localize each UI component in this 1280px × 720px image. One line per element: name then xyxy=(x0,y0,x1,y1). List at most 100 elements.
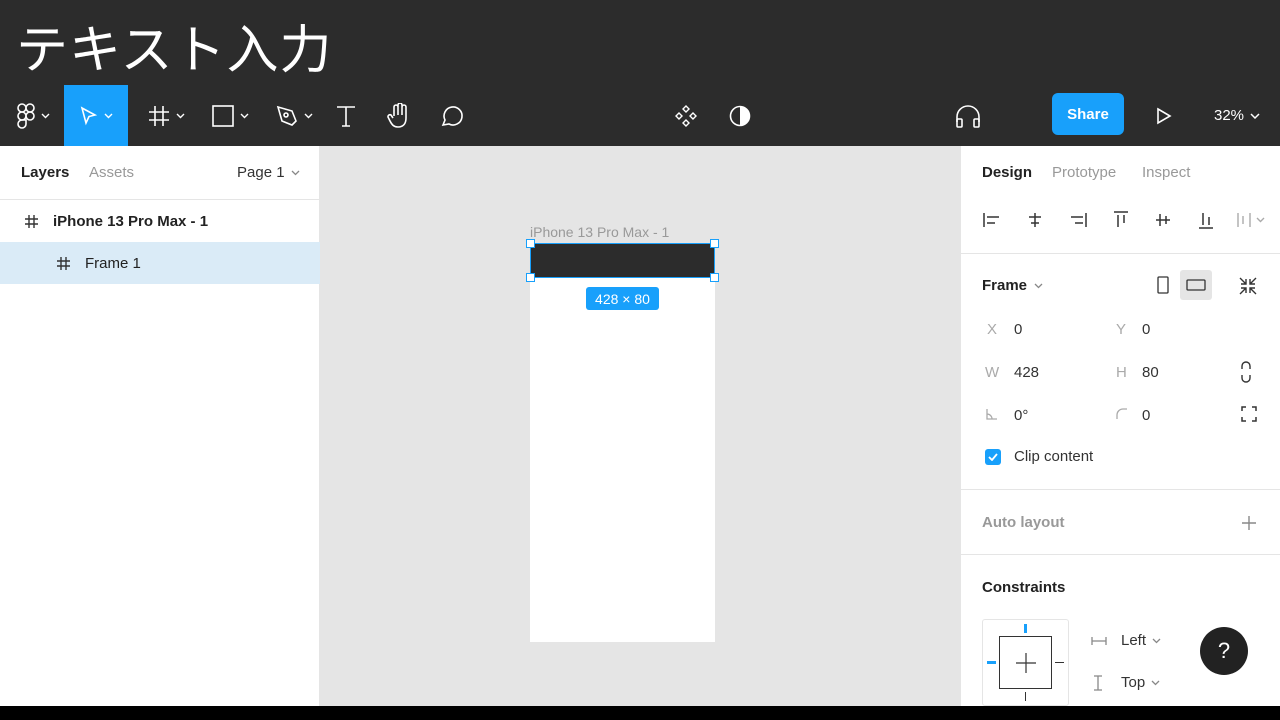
pen-icon xyxy=(276,105,297,126)
collapse-icon xyxy=(1239,277,1257,295)
layer-name: iPhone 13 Pro Max - 1 xyxy=(53,212,209,230)
comment-icon xyxy=(441,105,463,126)
page-dropdown[interactable]: Page 1 xyxy=(237,164,300,181)
constraints-title: Constraints xyxy=(982,579,1066,596)
clip-content-label: Clip content xyxy=(1014,448,1094,465)
resize-handle-top-left[interactable] xyxy=(526,239,535,248)
resize-handle-top-right[interactable] xyxy=(710,239,719,248)
divider xyxy=(961,554,1280,555)
layers-panel: Layers Assets Page 1 iPhone 13 Pro Max -… xyxy=(0,146,320,706)
chevron-down-icon xyxy=(1034,283,1043,288)
audio-button[interactable] xyxy=(952,85,984,146)
components-button[interactable] xyxy=(672,85,700,146)
rotation-icon xyxy=(986,407,998,425)
frame-icon xyxy=(56,256,71,271)
vertical-constraint-dropdown[interactable]: Top xyxy=(1093,674,1160,691)
y-label: Y xyxy=(1116,321,1127,338)
bottom-bar xyxy=(0,706,1280,720)
frame1-selection[interactable] xyxy=(530,243,715,278)
y-input[interactable]: 0 xyxy=(1142,321,1150,338)
zoom-dropdown[interactable]: 32% xyxy=(1214,85,1260,146)
horizontal-constraint-value: Left xyxy=(1121,632,1147,649)
hand-icon xyxy=(387,102,407,128)
align-top-button[interactable] xyxy=(1109,208,1133,232)
resize-handle-bottom-left[interactable] xyxy=(526,273,535,282)
frame-label[interactable]: iPhone 13 Pro Max - 1 xyxy=(530,224,669,240)
align-right-button[interactable] xyxy=(1066,208,1090,232)
layer-row[interactable]: Frame 1 xyxy=(0,242,320,284)
checkmark-icon xyxy=(988,453,998,461)
layers-panel-tabs: Layers Assets Page 1 xyxy=(0,146,319,200)
tab-inspect[interactable]: Inspect xyxy=(1142,164,1190,181)
vertical-constraint-icon xyxy=(1094,674,1102,691)
shape-tool-button[interactable] xyxy=(204,85,256,146)
headphones-icon xyxy=(956,104,980,128)
share-button[interactable]: Share xyxy=(1052,93,1124,135)
hash-icon xyxy=(148,105,169,126)
tab-design[interactable]: Design xyxy=(982,164,1032,181)
auto-layout-title: Auto layout xyxy=(982,514,1065,531)
portrait-button[interactable] xyxy=(1151,273,1175,297)
move-tool-button[interactable] xyxy=(64,85,128,146)
chevron-down-icon xyxy=(240,113,248,118)
toolbar: Share 32% xyxy=(0,85,1280,146)
layer-row[interactable]: iPhone 13 Pro Max - 1 xyxy=(0,200,320,242)
constraint-left-indicator[interactable] xyxy=(987,661,996,664)
tab-prototype[interactable]: Prototype xyxy=(1052,164,1116,181)
constraint-top-indicator[interactable] xyxy=(1024,624,1027,633)
chevron-down-icon xyxy=(1152,638,1161,643)
canvas[interactable]: iPhone 13 Pro Max - 1 428 × 80 xyxy=(320,146,960,706)
chevron-down-icon xyxy=(104,113,112,118)
zoom-value: 32% xyxy=(1214,107,1245,124)
frame-tool-button[interactable] xyxy=(140,85,192,146)
corner-radius-input[interactable]: 0 xyxy=(1142,407,1150,424)
constrain-proportions-button[interactable] xyxy=(1240,361,1252,388)
horizontal-constraint-dropdown[interactable]: Left xyxy=(1091,632,1161,649)
present-button[interactable] xyxy=(1150,85,1178,146)
landscape-button[interactable] xyxy=(1180,270,1212,300)
text-icon xyxy=(337,105,355,127)
frame-icon xyxy=(24,214,39,229)
theme-toggle-button[interactable] xyxy=(726,85,754,146)
chevron-down-icon xyxy=(304,113,312,118)
plus-icon xyxy=(1242,516,1256,530)
add-auto-layout-button[interactable] xyxy=(1241,515,1257,536)
comment-tool-button[interactable] xyxy=(436,85,468,146)
x-label: X xyxy=(987,321,998,338)
play-icon xyxy=(1157,107,1172,124)
align-bottom-button[interactable] xyxy=(1194,208,1218,232)
cursor-icon xyxy=(80,105,97,125)
align-horizontal-center-button[interactable] xyxy=(1023,208,1047,232)
pen-tool-button[interactable] xyxy=(268,85,320,146)
resize-to-fit-button[interactable] xyxy=(1237,275,1259,297)
tab-assets[interactable]: Assets xyxy=(89,164,134,181)
distribute-dropdown[interactable] xyxy=(1235,208,1269,232)
main-menu-button[interactable] xyxy=(10,85,56,146)
text-tool-button[interactable] xyxy=(330,85,362,146)
align-vertical-center-button[interactable] xyxy=(1151,208,1175,232)
align-top-icon xyxy=(1114,211,1128,227)
constraint-right-indicator[interactable] xyxy=(1055,662,1064,663)
divider xyxy=(961,489,1280,490)
constraints-widget[interactable] xyxy=(982,619,1069,706)
constraint-bottom-indicator[interactable] xyxy=(1025,692,1026,701)
align-right-icon xyxy=(1071,213,1087,227)
properties-panel: Design Prototype Inspect Frame X 0 Y 0 W… xyxy=(960,146,1280,706)
align-center-icon xyxy=(1029,213,1041,227)
rotation-input[interactable]: 0° xyxy=(1014,407,1028,424)
clip-content-checkbox[interactable] xyxy=(985,449,1001,465)
chevron-down-icon xyxy=(1151,680,1160,685)
frame-type-dropdown[interactable]: Frame xyxy=(982,277,1043,294)
height-input[interactable]: 80 xyxy=(1142,364,1159,381)
window-title: テキスト入力 xyxy=(16,21,333,81)
resize-handle-bottom-right[interactable] xyxy=(710,273,719,282)
hand-tool-button[interactable] xyxy=(382,85,416,146)
h-label: H xyxy=(1116,364,1127,381)
x-input[interactable]: 0 xyxy=(1014,321,1022,338)
width-input[interactable]: 428 xyxy=(1014,364,1039,381)
chevron-down-icon xyxy=(1250,112,1260,119)
tab-layers[interactable]: Layers xyxy=(21,164,69,181)
independent-corners-button[interactable] xyxy=(1241,406,1257,427)
align-left-button[interactable] xyxy=(980,208,1004,232)
help-button[interactable]: ? xyxy=(1200,627,1248,675)
